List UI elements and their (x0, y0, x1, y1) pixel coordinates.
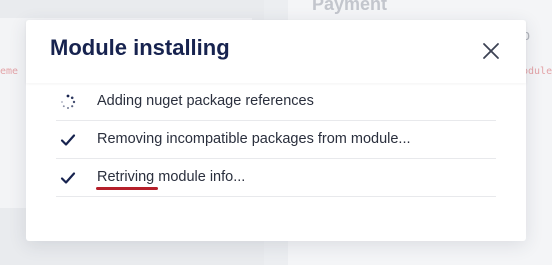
install-steps-list: Adding nuget package references Removing… (56, 83, 496, 197)
install-step: Adding nuget package references (56, 83, 496, 121)
install-step: Retriving module info... (56, 159, 496, 197)
background-code-right: odule (522, 66, 552, 77)
dialog-title: Module installing (50, 35, 230, 60)
check-icon (60, 132, 76, 148)
close-button[interactable] (482, 42, 500, 60)
install-step: Removing incompatible packages from modu… (56, 121, 496, 159)
spinner-icon (60, 94, 76, 110)
background-code-left: eme (0, 66, 19, 77)
close-icon (483, 43, 499, 59)
module-installing-dialog: Module installing Adding nuget package r… (26, 20, 526, 241)
spellcheck-underline (96, 187, 158, 190)
dialog-header: Module installing (26, 20, 526, 83)
install-step-label: Adding nuget package references (97, 93, 314, 109)
install-step-label: Removing incompatible packages from modu… (97, 131, 411, 147)
install-step-label: Retriving module info... (97, 169, 246, 185)
background-payment-heading: Payment (312, 0, 388, 14)
check-icon (60, 170, 76, 186)
